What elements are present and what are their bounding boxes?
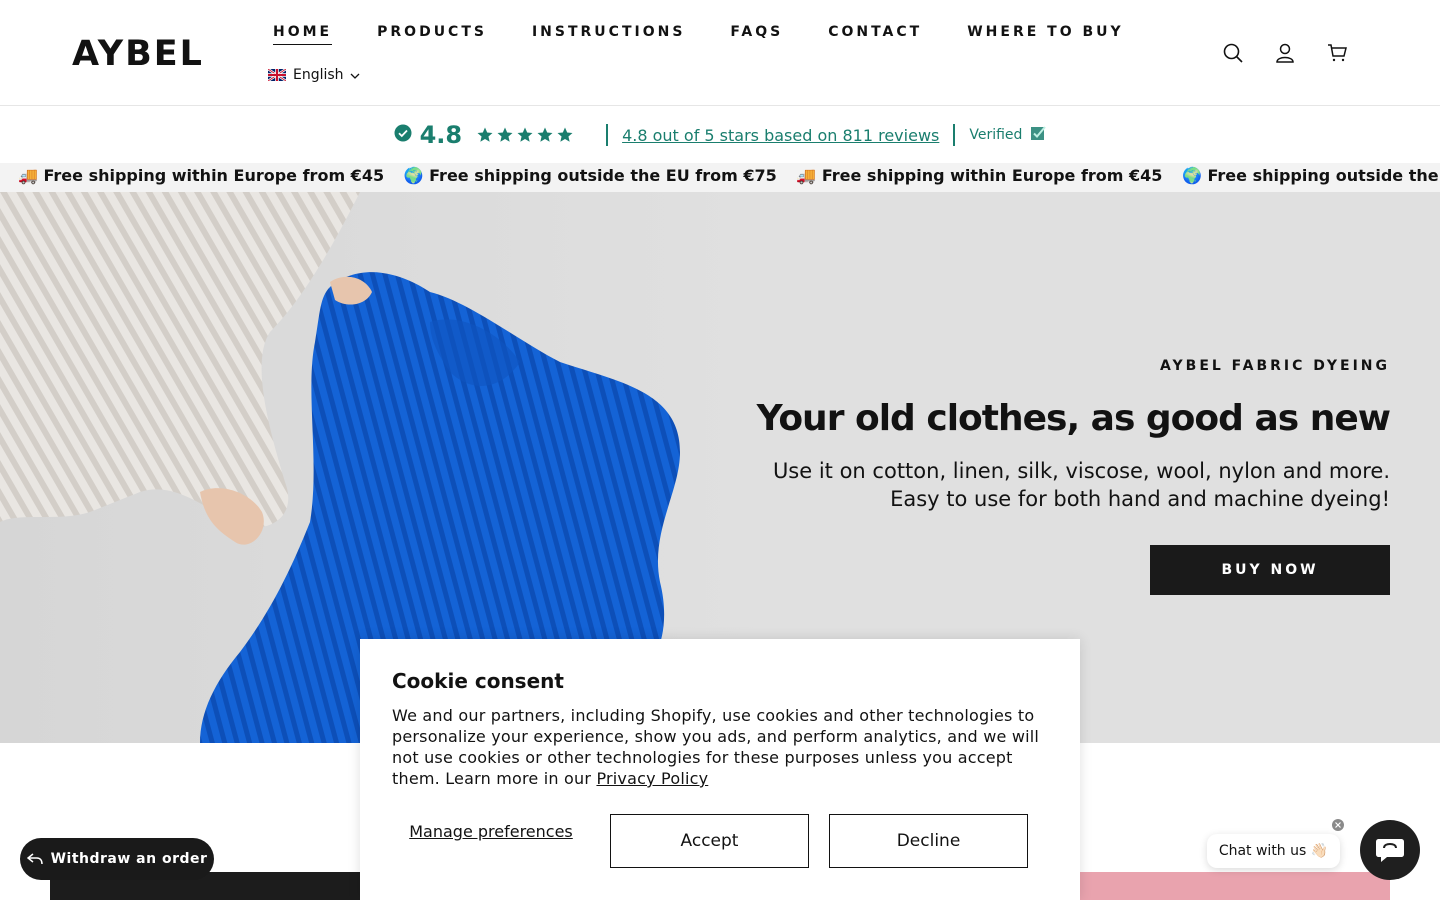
announcement-bar: 🚚 Free shipping within Europe from €45 🌍… [0, 163, 1440, 192]
divider [953, 124, 956, 146]
site-header: AYBEL HOME PRODUCTS INSTRUCTIONS FAQS CO… [0, 0, 1440, 106]
decline-button[interactable]: Decline [829, 814, 1028, 868]
header-actions [1194, 40, 1350, 66]
withdraw-order-button[interactable]: Withdraw an order [20, 838, 214, 880]
announcement-item: 🌍 Free shipping outside the EU from €75 [1182, 166, 1440, 185]
chat-prompt-bubble[interactable]: Chat with us 👋🏻 [1207, 834, 1340, 868]
product-image[interactable] [1080, 872, 1390, 900]
star-icon [517, 127, 533, 142]
privacy-policy-link[interactable]: Privacy Policy [596, 769, 708, 788]
language-label: English [293, 67, 344, 83]
cookie-body: We and our partners, including Shopify, … [392, 705, 1048, 789]
reviews-bar: 4.8 4.8 out of 5 stars based on 811 revi… [0, 107, 1440, 163]
cookie-body-text: We and our partners, including Shopify, … [392, 706, 1040, 788]
announcement-item: 🚚 Free shipping within Europe from €45 [18, 166, 385, 185]
hero-eyebrow: AYBEL FABRIC DYEING [1160, 358, 1390, 374]
announcement-item: 🌍 Free shipping outside the EU from €75 [403, 166, 777, 185]
main-nav: HOME PRODUCTS INSTRUCTIONS FAQS CONTACT … [273, 24, 1169, 45]
hero-subtitle: Use it on cotton, linen, silk, viscose, … [772, 459, 1390, 511]
chevron-down-icon [350, 67, 360, 83]
nav-faqs[interactable]: FAQS [730, 24, 783, 45]
chat-launcher-button[interactable] [1360, 820, 1420, 880]
verified-label: Verified [969, 127, 1023, 143]
divider [606, 124, 609, 146]
cookie-title: Cookie consent [392, 669, 564, 693]
star-icon [497, 127, 513, 142]
verified-badge-icon [1030, 125, 1047, 145]
cookie-consent-dialog: Cookie consent We and our partners, incl… [360, 639, 1080, 900]
star-icon [477, 127, 493, 142]
accept-button[interactable]: Accept [610, 814, 809, 868]
rating-score: 4.8 [419, 121, 463, 149]
verified-check-icon [394, 124, 412, 146]
nav-where-to-buy[interactable]: WHERE TO BUY [967, 24, 1123, 45]
hero-content: AYBEL FABRIC DYEING Your old clothes, as… [750, 358, 1391, 513]
buy-now-button[interactable]: BUY NOW [1150, 545, 1390, 595]
withdraw-label: Withdraw an order [50, 851, 208, 867]
nav-instructions[interactable]: INSTRUCTIONS [532, 24, 685, 45]
nav-contact[interactable]: CONTACT [828, 24, 922, 45]
rating-stars [476, 126, 576, 144]
reviews-summary-link[interactable]: 4.8 out of 5 stars based on 811 reviews [622, 126, 939, 145]
uk-flag-icon [267, 68, 287, 82]
search-icon[interactable] [1220, 40, 1246, 66]
cart-icon[interactable] [1324, 40, 1350, 66]
star-icon [537, 127, 553, 142]
star-icon [557, 127, 573, 142]
undo-arrow-icon [26, 853, 43, 865]
account-icon[interactable] [1272, 40, 1298, 66]
nav-home[interactable]: HOME [273, 24, 333, 45]
language-selector[interactable]: English [267, 67, 360, 83]
chat-icon [1376, 839, 1404, 862]
manage-preferences-link[interactable]: Manage preferences [392, 822, 590, 841]
cookie-actions: Manage preferences Accept Decline [392, 814, 1048, 868]
hero-title: Your old clothes, as good as new [756, 398, 1391, 439]
close-icon[interactable] [1332, 819, 1344, 831]
brand-logo[interactable]: AYBEL [72, 34, 204, 74]
announcement-item: 🚚 Free shipping within Europe from €45 [796, 166, 1163, 185]
nav-products[interactable]: PRODUCTS [377, 24, 487, 45]
